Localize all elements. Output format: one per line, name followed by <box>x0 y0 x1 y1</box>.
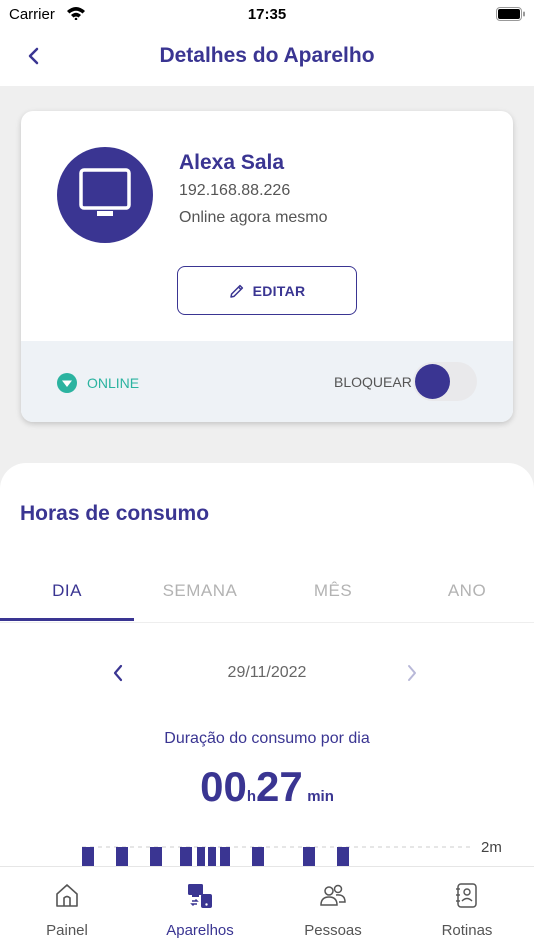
tab-aparelhos-label: Aparelhos <box>166 922 234 939</box>
monitor-icon <box>79 168 131 216</box>
tab-painel-label: Painel <box>46 922 88 939</box>
tab-pessoas-label: Pessoas <box>304 922 362 939</box>
edit-button[interactable]: EDITAR <box>177 266 357 315</box>
block-toggle[interactable] <box>413 362 477 401</box>
tab-mes[interactable]: MÊS <box>266 563 400 621</box>
people-icon <box>320 884 346 906</box>
page-title: Detalhes do Aparelho <box>159 44 375 67</box>
online-label: ONLINE <box>87 375 140 391</box>
duration-hours: 00 <box>200 763 247 810</box>
consumption-title: Horas de consumo <box>20 502 210 525</box>
devices-icon <box>188 884 212 908</box>
status-bar: Carrier 17:35 <box>0 0 534 28</box>
device-status-text: Online agora mesmo <box>179 209 328 226</box>
tab-painel[interactable]: Painel <box>0 867 134 950</box>
minutes-unit: min <box>307 788 334 805</box>
online-indicator: ONLINE <box>57 373 139 393</box>
tab-rotinas-label: Rotinas <box>441 922 493 939</box>
block-label: BLOQUEAR <box>334 374 412 390</box>
device-avatar <box>57 147 153 243</box>
device-card: Alexa Sala 192.168.88.226 Online agora m… <box>21 111 513 422</box>
tab-semana[interactable]: SEMANA <box>133 563 267 621</box>
edit-button-label: EDITAR <box>252 282 306 299</box>
clock: 17:35 <box>247 6 287 23</box>
chart-axis-label: 2m <box>481 839 502 856</box>
battery-icon <box>496 7 525 21</box>
device-name: Alexa Sala <box>179 151 285 174</box>
navigation-bar: Detalhes do Aparelho <box>0 28 534 86</box>
period-tabs: DIA SEMANA MÊS ANO <box>0 563 534 623</box>
date-selector: 29/11/2022 <box>0 661 534 687</box>
next-date-button[interactable] <box>405 663 419 683</box>
online-status-icon <box>57 373 77 393</box>
pencil-icon <box>229 284 243 298</box>
toggle-knob <box>415 364 450 399</box>
duration-value: 00h27 min <box>0 763 534 811</box>
routines-icon <box>456 883 477 908</box>
tab-pessoas[interactable]: Pessoas <box>266 867 400 950</box>
device-ip: 192.168.88.226 <box>179 182 291 199</box>
current-date: 29/11/2022 <box>227 664 307 681</box>
device-card-footer: ONLINE BLOQUEAR <box>21 341 513 422</box>
duration-minutes: 27 <box>256 763 303 810</box>
bottom-tab-bar: Painel Aparelhos Pessoas Rotinas <box>0 866 534 950</box>
tab-ano[interactable]: ANO <box>400 563 534 621</box>
tab-rotinas[interactable]: Rotinas <box>400 867 534 950</box>
hours-unit: h <box>246 788 257 805</box>
duration-label: Duração do consumo por dia <box>164 730 370 747</box>
home-icon <box>56 884 78 907</box>
tab-dia[interactable]: DIA <box>0 563 134 621</box>
tab-aparelhos[interactable]: Aparelhos <box>133 867 267 950</box>
